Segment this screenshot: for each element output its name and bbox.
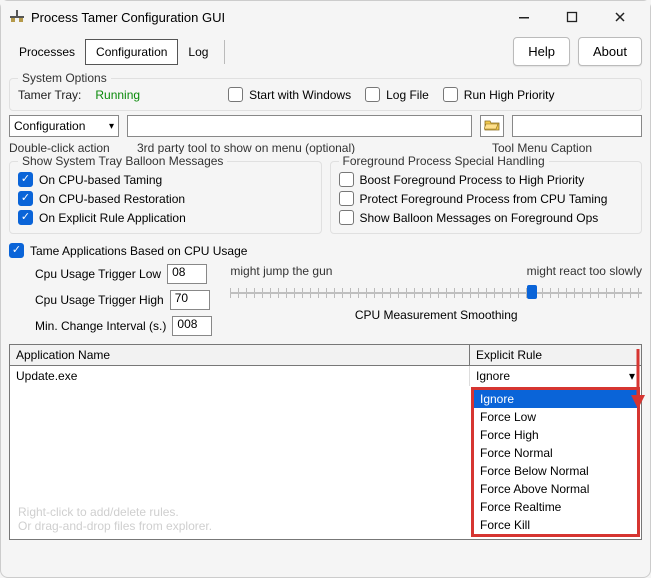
start-with-windows-checkbox[interactable]: Start with Windows <box>228 87 351 102</box>
rule-select[interactable]: Ignore ▾ <box>470 367 641 385</box>
smoothing-slider[interactable] <box>230 282 642 302</box>
tabs: Processes Configuration Log <box>9 39 225 65</box>
log-file-label: Log File <box>386 88 429 102</box>
balloon-cpu-restoration-checkbox[interactable]: On CPU-based Restoration <box>18 191 313 206</box>
tamer-tray-status: Running <box>95 88 140 102</box>
run-high-priority-checkbox[interactable]: Run High Priority <box>443 87 555 102</box>
balloon-explicit-rule-checkbox[interactable]: On Explicit Rule Application <box>18 210 313 225</box>
tame-section: Tame Applications Based on CPU Usage Cpu… <box>9 242 642 336</box>
titlebar: Process Tamer Configuration GUI <box>1 1 650 33</box>
trigger-low-label: Cpu Usage Trigger Low <box>35 267 161 281</box>
col-application-name[interactable]: Application Name <box>10 345 470 365</box>
rule-option-force-kill[interactable]: Force Kill <box>474 516 637 534</box>
rules-grid[interactable]: Application Name Explicit Rule Update.ex… <box>9 344 642 540</box>
system-options-group: System Options Tamer Tray: Running Start… <box>9 78 642 111</box>
rule-option-force-normal[interactable]: Force Normal <box>474 444 637 462</box>
foreground-group: Foreground Process Special Handling Boos… <box>330 161 643 234</box>
thirdparty-caption: 3rd party tool to show on menu (optional… <box>137 141 484 155</box>
tamer-tray-label: Tamer Tray: <box>18 88 81 102</box>
start-with-windows-label: Start with Windows <box>249 88 351 102</box>
dblclick-action-select[interactable]: Configuration ▾ <box>9 115 119 137</box>
run-high-priority-label: Run High Priority <box>464 88 555 102</box>
foreground-protect-checkbox[interactable]: Protect Foreground Process from CPU Tami… <box>339 191 634 206</box>
rule-option-force-below-normal[interactable]: Force Below Normal <box>474 462 637 480</box>
foreground-legend: Foreground Process Special Handling <box>339 154 549 168</box>
chevron-down-icon: ▾ <box>109 121 114 132</box>
menu-caption-input[interactable] <box>512 115 642 137</box>
trigger-low-input[interactable]: 08 <box>167 264 207 284</box>
about-button[interactable]: About <box>578 37 642 66</box>
main-toolbar: Processes Configuration Log Help About <box>1 33 650 74</box>
tool-path-input[interactable] <box>127 115 472 137</box>
balloon-messages-group: Show System Tray Balloon Messages On CPU… <box>9 161 322 234</box>
minimize-button[interactable] <box>510 5 538 29</box>
trigger-high-input[interactable]: 70 <box>170 290 210 310</box>
system-options-legend: System Options <box>18 71 111 85</box>
table-row[interactable]: Update.exe Ignore ▾ <box>10 366 641 386</box>
foreground-balloon-checkbox[interactable]: Show Balloon Messages on Foreground Ops <box>339 210 634 225</box>
close-button[interactable] <box>606 5 634 29</box>
maximize-button[interactable] <box>558 5 586 29</box>
help-button[interactable]: Help <box>513 37 570 66</box>
window-title: Process Tamer Configuration GUI <box>31 10 225 25</box>
browse-button[interactable] <box>480 115 504 137</box>
tab-configuration[interactable]: Configuration <box>85 39 178 65</box>
min-interval-input[interactable]: 008 <box>172 316 212 336</box>
menu-caption-caption: Tool Menu Caption <box>492 141 642 155</box>
tab-processes[interactable]: Processes <box>9 40 85 64</box>
rule-option-force-above-normal[interactable]: Force Above Normal <box>474 480 637 498</box>
rule-option-ignore[interactable]: Ignore <box>474 390 637 408</box>
chevron-down-icon: ▾ <box>629 369 635 383</box>
foreground-boost-checkbox[interactable]: Boost Foreground Process to High Priorit… <box>339 172 634 187</box>
slider-left-label: might jump the gun <box>230 264 332 278</box>
rule-dropdown[interactable]: Ignore Force Low Force High Force Normal… <box>471 387 640 537</box>
rule-option-force-high[interactable]: Force High <box>474 426 637 444</box>
balloon-legend: Show System Tray Balloon Messages <box>18 154 227 168</box>
smoothing-caption: CPU Measurement Smoothing <box>230 308 642 322</box>
folder-open-icon <box>484 118 500 135</box>
trigger-high-label: Cpu Usage Trigger High <box>35 293 164 307</box>
cell-application-name[interactable]: Update.exe <box>10 366 470 386</box>
dblclick-action-value: Configuration <box>14 119 85 133</box>
log-file-checkbox[interactable]: Log File <box>365 87 429 102</box>
rule-option-force-realtime[interactable]: Force Realtime <box>474 498 637 516</box>
slider-thumb[interactable] <box>527 285 537 299</box>
balloon-cpu-taming-checkbox[interactable]: On CPU-based Taming <box>18 172 313 187</box>
grid-header: Application Name Explicit Rule <box>10 345 641 366</box>
tame-master-checkbox[interactable]: Tame Applications Based on CPU Usage <box>9 243 247 258</box>
rule-select-value: Ignore <box>476 369 510 383</box>
col-explicit-rule[interactable]: Explicit Rule <box>470 345 641 365</box>
app-window: Process Tamer Configuration GUI Processe… <box>0 0 651 578</box>
slider-right-label: might react too slowly <box>527 264 642 278</box>
caption-row: Double-click action 3rd party tool to sh… <box>9 141 642 155</box>
app-icon <box>9 9 25 25</box>
dblclick-caption: Double-click action <box>9 141 129 155</box>
grid-hint: Right-click to add/delete rules. Or drag… <box>18 505 212 533</box>
min-interval-label: Min. Change Interval (s.) <box>35 319 166 333</box>
tab-log[interactable]: Log <box>178 40 225 64</box>
rule-option-force-low[interactable]: Force Low <box>474 408 637 426</box>
